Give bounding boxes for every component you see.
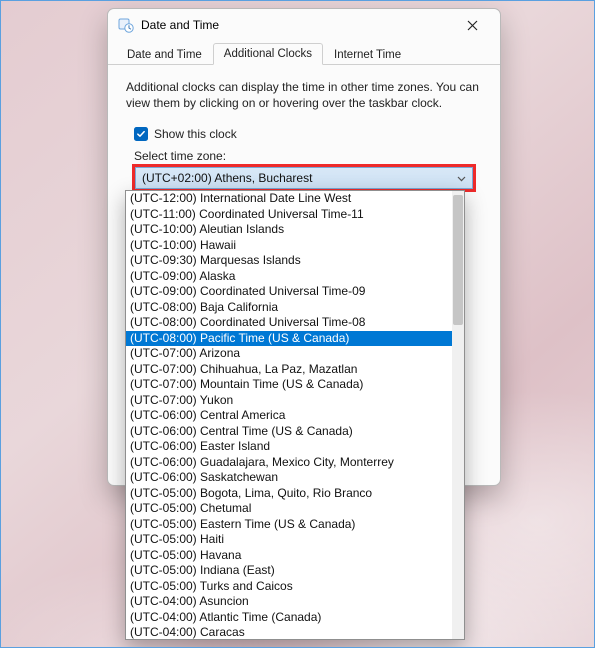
- timezone-option[interactable]: (UTC-06:00) Easter Island: [126, 439, 452, 455]
- close-icon: [467, 20, 478, 31]
- window-title: Date and Time: [141, 18, 452, 32]
- timezone-option[interactable]: (UTC-04:00) Asuncion: [126, 594, 452, 610]
- checkmark-icon: [136, 129, 146, 139]
- show-clock-checkbox[interactable]: [134, 127, 148, 141]
- timezone-option[interactable]: (UTC-10:00) Hawaii: [126, 238, 452, 254]
- timezone-option[interactable]: (UTC-08:00) Baja California: [126, 300, 452, 316]
- timezone-option[interactable]: (UTC-05:00) Chetumal: [126, 501, 452, 517]
- show-clock-label: Show this clock: [154, 127, 237, 141]
- timezone-option[interactable]: (UTC-06:00) Central America: [126, 408, 452, 424]
- tab-strip: Date and Time Additional Clocks Internet…: [108, 41, 500, 65]
- description-text: Additional clocks can display the time i…: [126, 79, 482, 111]
- timezone-option[interactable]: (UTC-11:00) Coordinated Universal Time-1…: [126, 207, 452, 223]
- timezone-option[interactable]: (UTC-04:00) Atlantic Time (Canada): [126, 610, 452, 626]
- timezone-option[interactable]: (UTC-07:00) Chihuahua, La Paz, Mazatlan: [126, 362, 452, 378]
- timezone-option[interactable]: (UTC-09:30) Marquesas Islands: [126, 253, 452, 269]
- timezone-combo-highlight: (UTC+02:00) Athens, Bucharest: [132, 164, 476, 192]
- timezone-option[interactable]: (UTC-07:00) Mountain Time (US & Canada): [126, 377, 452, 393]
- chevron-down-icon: [457, 171, 466, 185]
- timezone-option[interactable]: (UTC-07:00) Yukon: [126, 393, 452, 409]
- timezone-option[interactable]: (UTC-06:00) Saskatchewan: [126, 470, 452, 486]
- timezone-option[interactable]: (UTC-06:00) Central Time (US & Canada): [126, 424, 452, 440]
- timezone-option[interactable]: (UTC-10:00) Aleutian Islands: [126, 222, 452, 238]
- timezone-option[interactable]: (UTC-09:00) Alaska: [126, 269, 452, 285]
- timezone-option-list: (UTC-12:00) International Date Line West…: [126, 191, 452, 639]
- dropdown-scrollbar[interactable]: [452, 191, 464, 639]
- scrollbar-thumb[interactable]: [453, 195, 463, 325]
- timezone-option[interactable]: (UTC-05:00) Eastern Time (US & Canada): [126, 517, 452, 533]
- timezone-option[interactable]: (UTC-05:00) Indiana (East): [126, 563, 452, 579]
- timezone-option[interactable]: (UTC-08:00) Pacific Time (US & Canada): [126, 331, 452, 347]
- tab-content: Additional clocks can display the time i…: [108, 65, 500, 202]
- timezone-option[interactable]: (UTC-12:00) International Date Line West: [126, 191, 452, 207]
- tab-date-and-time[interactable]: Date and Time: [116, 44, 213, 65]
- timezone-option[interactable]: (UTC-05:00) Havana: [126, 548, 452, 564]
- timezone-dropdown-list[interactable]: (UTC-12:00) International Date Line West…: [125, 190, 465, 640]
- date-time-icon: [118, 17, 134, 33]
- show-clock-row: Show this clock: [134, 127, 482, 141]
- timezone-option[interactable]: (UTC-04:00) Caracas: [126, 625, 452, 639]
- timezone-option[interactable]: (UTC-05:00) Haiti: [126, 532, 452, 548]
- timezone-option[interactable]: (UTC-06:00) Guadalajara, Mexico City, Mo…: [126, 455, 452, 471]
- tab-internet-time[interactable]: Internet Time: [323, 44, 412, 65]
- timezone-option[interactable]: (UTC-05:00) Bogota, Lima, Quito, Rio Bra…: [126, 486, 452, 502]
- tab-additional-clocks[interactable]: Additional Clocks: [213, 43, 323, 65]
- titlebar: Date and Time: [108, 9, 500, 41]
- timezone-combobox[interactable]: (UTC+02:00) Athens, Bucharest: [135, 167, 473, 189]
- timezone-option[interactable]: (UTC-09:00) Coordinated Universal Time-0…: [126, 284, 452, 300]
- timezone-option[interactable]: (UTC-05:00) Turks and Caicos: [126, 579, 452, 595]
- timezone-option[interactable]: (UTC-08:00) Coordinated Universal Time-0…: [126, 315, 452, 331]
- close-button[interactable]: [452, 11, 492, 39]
- timezone-option[interactable]: (UTC-07:00) Arizona: [126, 346, 452, 362]
- timezone-selected-value: (UTC+02:00) Athens, Bucharest: [142, 171, 312, 185]
- timezone-label: Select time zone:: [134, 149, 482, 163]
